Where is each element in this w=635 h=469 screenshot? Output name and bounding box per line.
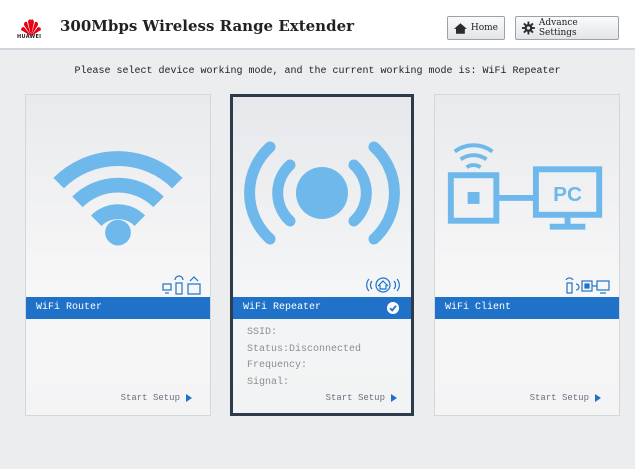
mode-label-wifi-repeater[interactable]: WiFi Repeater <box>233 297 411 319</box>
mode-card-wifi-repeater[interactable]: WiFi Repeater SSID: Status:Disconnected … <box>230 94 414 416</box>
wifi-repeater-art-icon <box>244 141 400 245</box>
page-title: 300Mbps Wireless Range Extender <box>60 17 355 35</box>
play-arrow-icon <box>595 394 601 402</box>
home-button-label: Home <box>470 23 498 33</box>
check-icon <box>387 302 399 314</box>
start-setup-link[interactable]: Start Setup <box>121 393 192 403</box>
mode-label-text: WiFi Router <box>36 302 103 313</box>
brand-name: HUAWEI <box>17 34 42 40</box>
start-setup-link[interactable]: Start Setup <box>326 393 397 403</box>
wifi-client-icon <box>565 277 610 294</box>
status-text: Status:Disconnected <box>247 343 362 355</box>
play-arrow-icon <box>186 394 192 402</box>
start-setup-label: Start Setup <box>529 393 589 403</box>
wifi-repeater-icon <box>366 277 400 293</box>
repeater-status-info: SSID: Status:Disconnected Frequency: Sig… <box>247 325 361 391</box>
home-button[interactable]: Home <box>447 16 505 40</box>
advance-settings-button[interactable]: Advance Settings <box>515 16 619 40</box>
ssid-text: SSID: <box>247 327 278 338</box>
wifi-router-icon <box>162 275 201 295</box>
mode-prompt: Please select device working mode, and t… <box>74 66 561 77</box>
mode-label-wifi-client[interactable]: WiFi Client <box>435 297 619 319</box>
mode-label-text: WiFi Client <box>445 302 512 313</box>
wifi-client-art-icon: PC <box>447 143 603 230</box>
wifi-router-art-icon <box>53 151 183 246</box>
gear-icon <box>522 21 535 35</box>
play-arrow-icon <box>391 394 397 402</box>
advance-settings-label: Advance Settings <box>538 18 578 38</box>
frequency-text: Frequency: <box>247 360 308 371</box>
mode-card-wifi-router[interactable]: WiFi Router Start Setup <box>25 94 211 416</box>
pc-art-label: PC <box>553 183 582 206</box>
start-setup-label: Start Setup <box>120 393 180 403</box>
home-icon <box>454 22 467 34</box>
start-setup-label: Start Setup <box>325 393 385 403</box>
mode-label-wifi-router[interactable]: WiFi Router <box>26 297 210 319</box>
start-setup-link[interactable]: Start Setup <box>530 393 601 403</box>
mode-card-wifi-client[interactable]: PC WiFi Client Start Setup <box>434 94 620 416</box>
header: HUAWEI 300Mbps Wireless Range Extender H… <box>0 0 635 50</box>
mode-label-text: WiFi Repeater <box>243 302 322 313</box>
signal-text: Signal: <box>247 376 290 388</box>
